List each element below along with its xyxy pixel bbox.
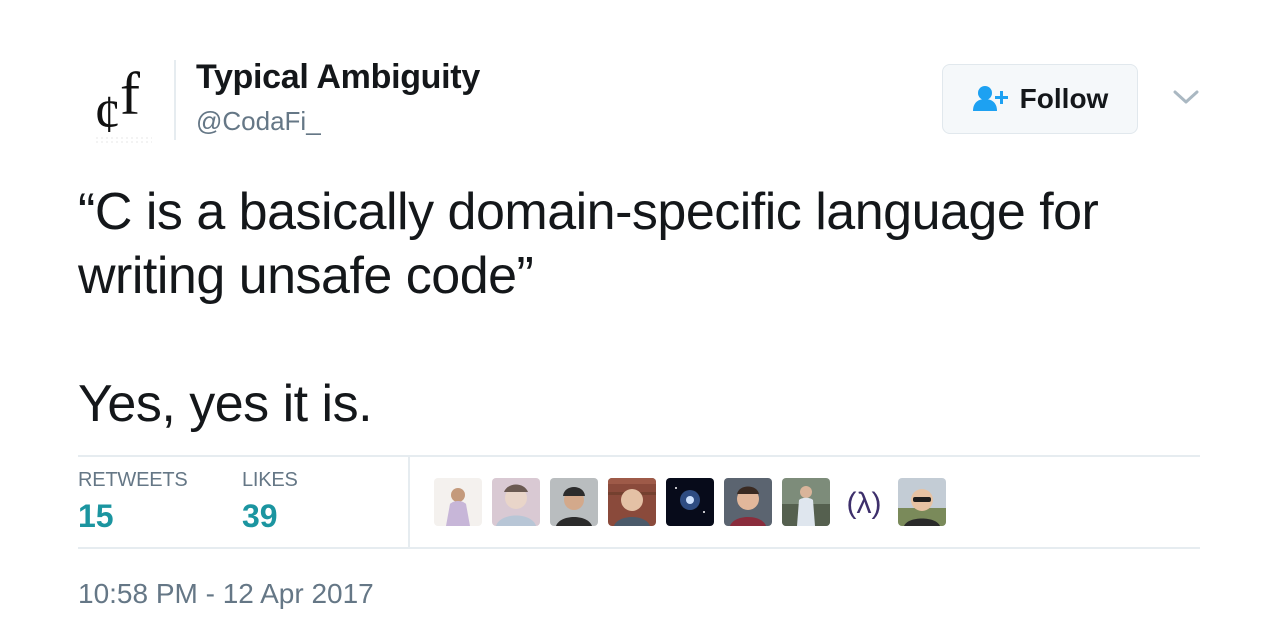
- stats-divider: [408, 457, 410, 547]
- likers-list: (λ): [434, 478, 946, 526]
- follow-button[interactable]: Follow: [942, 64, 1138, 134]
- retweets-count: 15: [78, 498, 114, 534]
- tweet-text: “C is a basically domain-specific langua…: [78, 180, 1208, 433]
- liker-avatar-9[interactable]: [898, 478, 946, 526]
- liker-avatar-6[interactable]: [724, 478, 772, 526]
- retweets-label: RETWEETS: [78, 469, 188, 491]
- likes-count: 39: [242, 498, 278, 534]
- follow-button-label: Follow: [1019, 83, 1109, 114]
- author-avatar[interactable]: ¢ f: [78, 56, 168, 144]
- stats-bottom-divider: [78, 547, 1200, 549]
- liker-avatar-7[interactable]: [782, 478, 830, 526]
- liker-avatar-4[interactable]: [608, 478, 656, 526]
- svg-text:f: f: [120, 61, 140, 127]
- tweet-timestamp[interactable]: 10:58 PM - 12 Apr 2017: [78, 578, 374, 610]
- author-handle[interactable]: @CodaFi_: [196, 106, 321, 137]
- svg-text:(λ): (λ): [847, 487, 882, 520]
- liker-avatar-3[interactable]: [550, 478, 598, 526]
- author-name[interactable]: Typical Ambiguity: [196, 58, 480, 97]
- tweet-stats: RETWEETS 15 LIKES 39 (λ): [78, 457, 1200, 547]
- liker-avatar-2[interactable]: [492, 478, 540, 526]
- tweet-line: “C is a basically domain-specific langua…: [78, 183, 1099, 241]
- liker-avatar-5[interactable]: [666, 478, 714, 526]
- likes-label: LIKES: [242, 469, 298, 491]
- svg-text:¢: ¢: [94, 84, 121, 144]
- tweet-line: Yes, yes it is.: [78, 375, 373, 433]
- liker-avatar-8[interactable]: (λ): [840, 478, 888, 526]
- chevron-down-icon: [1173, 90, 1199, 104]
- liker-avatar-1[interactable]: [434, 478, 482, 526]
- tweet-header: ¢ f Typical Ambiguity @CodaFi_ Follow: [78, 52, 1202, 148]
- retweets-stat[interactable]: RETWEETS 15: [78, 469, 188, 535]
- avatar-divider: [174, 60, 176, 140]
- tweet-line: writing unsafe code”: [78, 247, 534, 305]
- add-user-icon: [972, 86, 1008, 111]
- more-menu-button[interactable]: [1168, 82, 1204, 112]
- likes-stat[interactable]: LIKES 39: [242, 469, 298, 535]
